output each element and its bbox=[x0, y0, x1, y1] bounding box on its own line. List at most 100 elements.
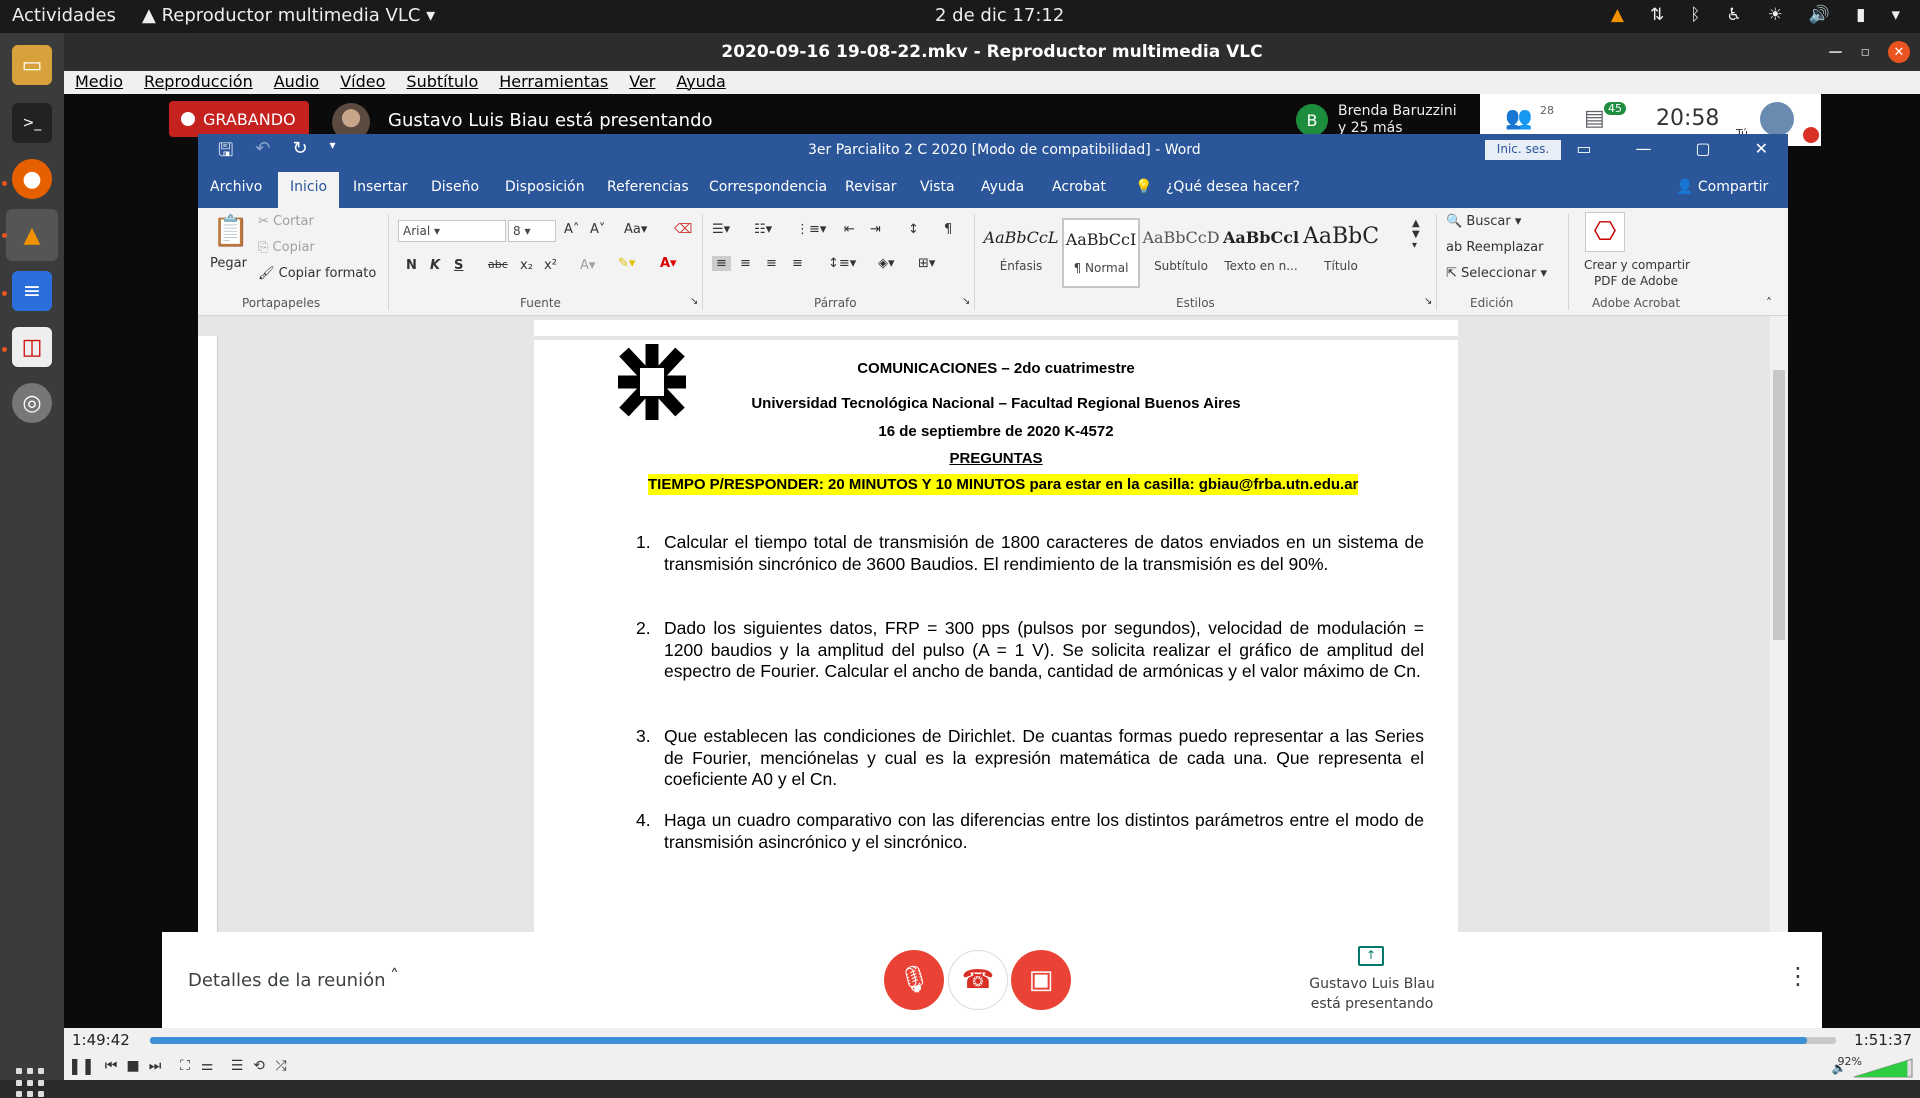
line-spacing-icon[interactable]: ↕≡▾ bbox=[828, 256, 856, 271]
decrease-indent-icon[interactable]: ⇤ bbox=[844, 222, 855, 237]
strikethrough-icon[interactable]: abc bbox=[488, 258, 508, 271]
text-effects-icon[interactable]: A▾ bbox=[580, 258, 595, 273]
multilevel-list-icon[interactable]: ⋮≡▾ bbox=[796, 222, 826, 237]
align-left-icon[interactable]: ≡ bbox=[712, 256, 731, 271]
align-center-icon[interactable]: ≡ bbox=[740, 256, 751, 271]
shrink-font-icon[interactable]: A˅ bbox=[590, 222, 605, 237]
terminal-icon[interactable]: >_ bbox=[12, 103, 52, 143]
chat-icon[interactable]: ▤ bbox=[1584, 106, 1605, 131]
present-screen-icon[interactable]: ↑ bbox=[1358, 946, 1384, 966]
mic-off-button[interactable]: 🎙 bbox=[884, 950, 944, 1010]
people-icon[interactable]: 👥 bbox=[1505, 106, 1532, 131]
self-avatar[interactable] bbox=[1760, 102, 1794, 136]
replace-button[interactable]: ab Reemplazar bbox=[1446, 240, 1543, 255]
tab-correspondencia[interactable]: Correspondencia bbox=[709, 179, 827, 195]
menu-reproduccion[interactable]: Reproducción bbox=[133, 71, 263, 94]
volume-slider[interactable]: 92% bbox=[1824, 1055, 1914, 1079]
style-titulo[interactable]: AaBbC Título bbox=[1302, 218, 1380, 288]
menu-medio[interactable]: Medio bbox=[64, 71, 133, 94]
horizontal-ruler[interactable] bbox=[534, 320, 1458, 336]
disk-icon[interactable]: ◎ bbox=[12, 383, 52, 423]
share-button[interactable]: 👤 Compartir bbox=[1676, 179, 1768, 195]
next-icon[interactable]: ⏭ bbox=[144, 1055, 166, 1077]
document-viewer-icon[interactable]: ◫ bbox=[12, 327, 52, 367]
tab-vista[interactable]: Vista bbox=[920, 179, 955, 195]
extended-settings-icon[interactable]: ⚌ bbox=[196, 1055, 218, 1077]
numbering-icon[interactable]: ☷▾ bbox=[754, 222, 772, 237]
select-button[interactable]: ⇱ Seleccionar ▾ bbox=[1446, 266, 1547, 281]
camera-off-button[interactable]: ▣ bbox=[1011, 950, 1071, 1010]
font-name-select[interactable]: Arial ▾ bbox=[398, 220, 506, 242]
activities-button[interactable]: Actividades bbox=[12, 5, 116, 26]
tab-revisar[interactable]: Revisar bbox=[845, 179, 897, 195]
grow-font-icon[interactable]: A˄ bbox=[564, 222, 579, 237]
volume-icon[interactable]: 🔊 bbox=[1809, 5, 1830, 25]
more-options-icon[interactable]: ⋮ bbox=[1786, 962, 1810, 990]
bullets-icon[interactable]: ☰▾ bbox=[712, 222, 730, 237]
menu-audio[interactable]: Audio bbox=[263, 71, 329, 94]
menu-ayuda[interactable]: Ayuda bbox=[665, 71, 735, 94]
save-icon[interactable]: 🖫 bbox=[218, 138, 233, 168]
minimize-icon[interactable]: — bbox=[1635, 139, 1651, 158]
clock[interactable]: 2 de dic 17:12 bbox=[935, 5, 1064, 26]
chevron-down-icon[interactable]: ▾ bbox=[1891, 5, 1900, 25]
show-applications-icon[interactable] bbox=[16, 1068, 46, 1098]
clear-format-icon[interactable]: ⌫ bbox=[674, 222, 692, 237]
firefox-icon[interactable]: ● bbox=[12, 159, 52, 199]
tab-acrobat[interactable]: Acrobat bbox=[1052, 179, 1106, 195]
tab-ayuda[interactable]: Ayuda bbox=[981, 179, 1024, 195]
vertical-scrollbar[interactable] bbox=[1770, 316, 1788, 932]
menu-herramientas[interactable]: Herramientas bbox=[488, 71, 618, 94]
change-case-icon[interactable]: Aa▾ bbox=[624, 222, 647, 237]
dialog-launcher-icon[interactable]: ↘ bbox=[962, 296, 970, 307]
cut-button[interactable]: ✂ Cortar bbox=[258, 214, 314, 229]
paste-icon[interactable]: 📋 bbox=[212, 214, 249, 249]
pause-icon[interactable]: ❚❚ bbox=[68, 1055, 95, 1077]
menu-video[interactable]: Vídeo bbox=[329, 71, 395, 94]
menu-ver[interactable]: Ver bbox=[618, 71, 665, 94]
scrollbar-thumb[interactable] bbox=[1773, 370, 1785, 640]
files-icon[interactable]: ▭ bbox=[12, 45, 52, 85]
tab-diseno[interactable]: Diseño bbox=[431, 179, 479, 195]
close-icon[interactable]: ✕ bbox=[1755, 139, 1768, 158]
align-right-icon[interactable]: ≡ bbox=[766, 256, 777, 271]
playlist-icon[interactable]: ☰ bbox=[226, 1055, 248, 1077]
style-enfasis[interactable]: AaBbCcL Énfasis bbox=[982, 218, 1060, 288]
tab-referencias[interactable]: Referencias bbox=[607, 179, 689, 195]
increase-indent-icon[interactable]: ⇥ bbox=[870, 222, 881, 237]
shading-icon[interactable]: ◈▾ bbox=[878, 256, 895, 271]
network-icon[interactable]: ⇅ bbox=[1650, 5, 1664, 25]
sort-icon[interactable]: ↕ bbox=[908, 222, 919, 237]
vertical-ruler[interactable] bbox=[198, 336, 218, 932]
elapsed-time[interactable]: 1:49:42 bbox=[72, 1031, 130, 1049]
font-color-icon[interactable]: A▾ bbox=[660, 256, 677, 271]
copy-button[interactable]: ⎘ Copiar bbox=[258, 240, 315, 255]
font-size-select[interactable]: 8 ▾ bbox=[508, 220, 556, 242]
underline-button[interactable]: S bbox=[454, 258, 463, 273]
bluetooth-icon[interactable]: ᛒ bbox=[1690, 5, 1700, 25]
vlc-tray-icon[interactable]: ▲ bbox=[1611, 5, 1624, 25]
style-normal[interactable]: AaBbCcI ¶ Normal bbox=[1062, 218, 1140, 288]
undo-icon[interactable]: ↶ bbox=[255, 138, 270, 168]
tab-archivo[interactable]: Archivo bbox=[210, 179, 262, 195]
system-tray[interactable]: ▲ ⇅ ᛒ ♿ ☀ 🔊 ▮ ▾ bbox=[1611, 5, 1900, 25]
total-time[interactable]: 1:51:37 bbox=[1854, 1031, 1912, 1049]
fullscreen-icon[interactable]: ⛶ bbox=[174, 1055, 196, 1077]
menu-subtitulo[interactable]: Subtítulo bbox=[395, 71, 488, 94]
dialog-launcher-icon[interactable]: ↘ bbox=[1424, 296, 1432, 307]
italic-button[interactable]: K bbox=[430, 258, 440, 273]
seek-slider[interactable] bbox=[150, 1037, 1836, 1044]
subscript-icon[interactable]: x₂ bbox=[520, 258, 533, 273]
style-texto[interactable]: AaBbCcl Texto en n... bbox=[1222, 218, 1300, 288]
paste-button[interactable]: Pegar bbox=[210, 256, 247, 271]
collapse-ribbon-icon[interactable]: ˄ bbox=[1766, 296, 1772, 310]
accessibility-icon[interactable]: ♿ bbox=[1726, 5, 1741, 25]
format-painter-button[interactable]: 🖌 Copiar formato bbox=[258, 266, 376, 281]
borders-icon[interactable]: ⊞▾ bbox=[918, 256, 935, 271]
tab-insertar[interactable]: Insertar bbox=[353, 179, 408, 195]
app-menu[interactable]: ▲ Reproductor multimedia VLC ▾ bbox=[142, 5, 435, 26]
battery-icon[interactable]: ▮ bbox=[1856, 5, 1865, 25]
loop-icon[interactable]: ⟲ bbox=[248, 1055, 270, 1077]
tell-me-input[interactable]: ¿Qué desea hacer? bbox=[1166, 179, 1300, 195]
find-button[interactable]: 🔍 Buscar ▾ bbox=[1446, 214, 1521, 229]
